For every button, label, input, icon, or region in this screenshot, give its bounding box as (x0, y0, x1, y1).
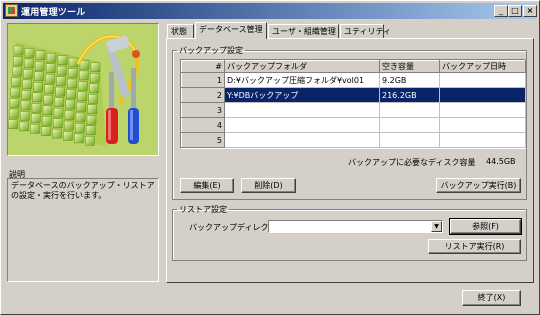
description-text: データベースのバックアップ・リストアの設定・実行を行います。 (7, 178, 159, 282)
app-icon (5, 4, 18, 17)
tab-status[interactable]: 状態 (167, 24, 194, 38)
close-button[interactable]: × (523, 5, 537, 17)
tools-grid-illustration (7, 23, 159, 156)
main-window: 運用管理ツール _ □ × 説明 データベースのバックアップ・リストアの設定・実… (0, 0, 540, 315)
minimize-button[interactable]: _ (494, 5, 508, 17)
tab-user-organization[interactable]: ユーザ・組織管理 (268, 24, 339, 38)
tab-database-management[interactable]: データベース管理 (195, 22, 267, 39)
tab-utility[interactable]: ユティリティ (340, 24, 391, 38)
database-tab-panel (166, 38, 534, 283)
tools-grid-icon (8, 34, 140, 146)
window-title: 運用管理ツール (21, 8, 86, 18)
maximize-button[interactable]: □ (508, 5, 522, 17)
title-bar[interactable]: 運用管理ツール _ □ × (3, 3, 537, 19)
exit-button[interactable]: 終了(X) (462, 290, 521, 306)
